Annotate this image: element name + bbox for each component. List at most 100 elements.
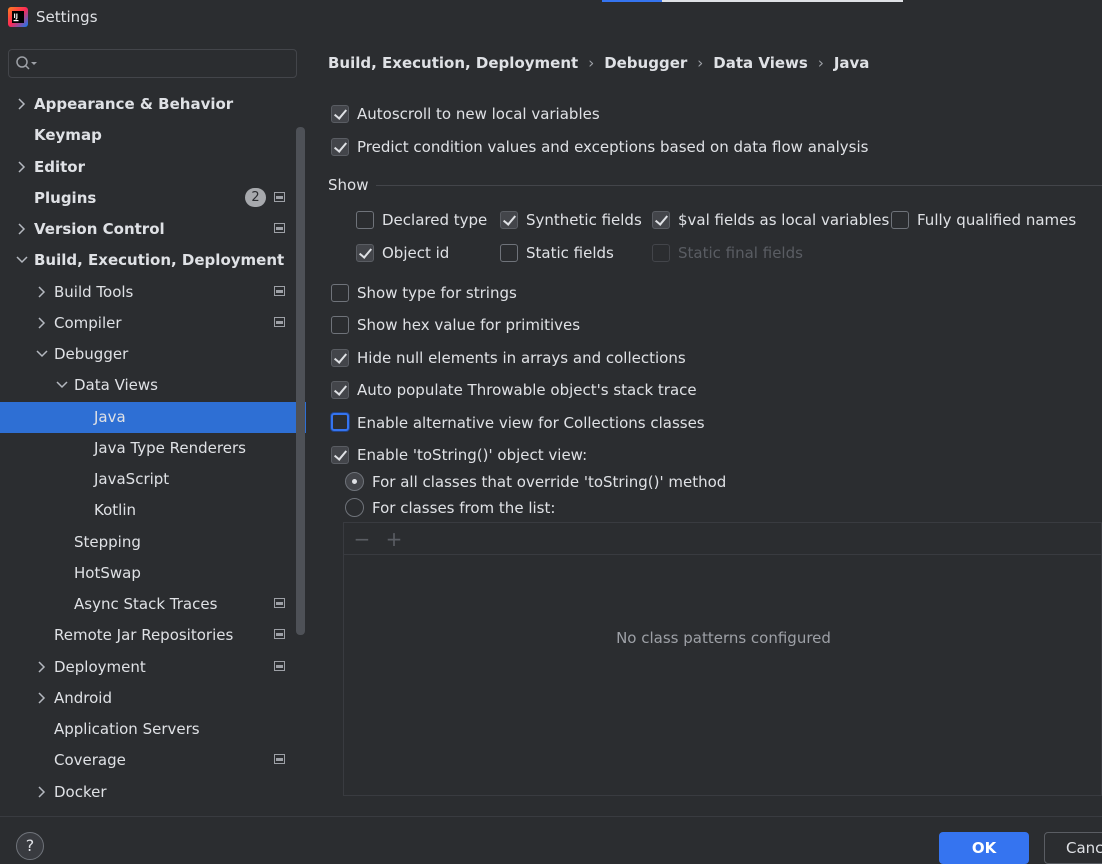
sidebar-item-label: Keymap [34,126,102,144]
autoscroll-checkbox[interactable] [331,105,349,123]
settings-content: Build, Execution, Deployment › Debugger › Da… [306,36,1102,816]
sidebar-item-label: Debugger [54,345,129,363]
empty-list-text: No class patterns configured [616,629,831,647]
class-list-toolbar: − + [344,523,1102,555]
predict-condition-label[interactable]: Predict condition values and exceptions … [357,138,868,156]
sidebar-item-label: Java Type Renderers [94,439,246,457]
svg-text:IJ: IJ [14,13,18,20]
show-type-strings-label[interactable]: Show type for strings [357,284,517,302]
sidebar-item-data-views[interactable]: Data Views [0,370,306,401]
chevron-right-icon[interactable] [35,691,49,705]
auto-populate-label[interactable]: Auto populate Throwable object's stack t… [357,381,697,399]
sidebar-item-java-type-renderers[interactable]: Java Type Renderers [0,433,306,464]
sidebar-item-version-control[interactable]: Version Control [0,214,306,245]
chevron-right-icon[interactable] [35,316,49,330]
object-id-checkbox[interactable] [356,244,374,262]
chevron-right-icon[interactable] [35,285,49,299]
breadcrumb-item: Data Views [713,54,808,72]
sidebar-item-remote-jar-repositories[interactable]: Remote Jar Repositories [0,620,306,651]
sidebar-item-hotswap[interactable]: HotSwap [0,558,306,589]
chevron-down-icon[interactable] [15,253,29,267]
sidebar-item-kotlin[interactable]: Kotlin [0,495,306,526]
show-hex-checkbox[interactable] [331,316,349,334]
ok-button[interactable]: OK [939,832,1029,864]
plus-icon[interactable]: + [384,529,404,549]
chevron-right-icon[interactable] [15,222,29,236]
sidebar-item-debugger[interactable]: Debugger [0,339,306,370]
sidebar-item-label: Data Views [74,376,158,394]
sidebar-item-stepping[interactable]: Stepping [0,527,306,558]
sidebar-item-plugins[interactable]: Plugins 2 [0,183,306,214]
intellij-idea-icon: IJ [8,7,28,27]
dialog-footer: ? OK Cancel [0,816,1102,864]
val-fields-label[interactable]: $val fields as local variables [678,211,889,229]
sidebar-item-appearance-behavior[interactable]: Appearance & Behavior [0,89,306,120]
sidebar-item-label: HotSwap [74,564,141,582]
classes-from-list-label[interactable]: For classes from the list: [372,499,555,517]
sidebar-item-deployment[interactable]: Deployment [0,652,306,683]
show-type-strings-checkbox[interactable] [331,284,349,302]
chevron-down-icon[interactable] [35,347,49,361]
tostring-view-checkbox[interactable] [331,446,349,464]
minus-icon[interactable]: − [352,529,372,549]
sidebar-item-label: Build, Execution, Deployment [34,251,285,269]
alternative-view-checkbox[interactable] [331,413,349,431]
static-fields-label[interactable]: Static fields [526,244,614,262]
chevron-right-icon[interactable] [35,660,49,674]
sidebar-item-compiler[interactable]: Compiler [0,308,306,339]
search-input[interactable] [8,49,297,78]
sidebar-scrollbar[interactable] [296,127,305,635]
predict-condition-checkbox[interactable] [331,138,349,156]
hide-null-label[interactable]: Hide null elements in arrays and collect… [357,349,686,367]
show-group-title: Show [328,176,369,194]
alternative-view-label[interactable]: Enable alternative view for Collections … [357,414,705,432]
show-hex-label[interactable]: Show hex value for primitives [357,316,580,334]
sidebar-item-async-stack-traces[interactable]: Async Stack Traces [0,589,306,620]
title-accent-bar [602,0,662,2]
classes-from-list-radio[interactable] [345,498,364,517]
sidebar-item-label: Compiler [54,314,122,332]
chevron-right-icon[interactable] [35,785,49,799]
tostring-view-label[interactable]: Enable 'toString()' object view: [357,446,587,464]
val-fields-checkbox[interactable] [652,211,670,229]
sidebar-item-build-tools[interactable]: Build Tools [0,277,306,308]
synthetic-fields-label[interactable]: Synthetic fields [526,211,642,229]
window-title: Settings [36,8,98,26]
sidebar-item-label: Kotlin [94,501,136,519]
fully-qualified-names-checkbox[interactable] [891,211,909,229]
sidebar-item-java[interactable]: Java [0,402,306,433]
chevron-right-icon[interactable] [15,160,29,174]
help-button[interactable]: ? [16,832,44,860]
project-level-icon [274,661,285,671]
static-final-fields-checkbox [652,244,670,262]
chevron-right-icon[interactable] [15,97,29,111]
static-fields-checkbox[interactable] [500,244,518,262]
hide-null-checkbox[interactable] [331,349,349,367]
project-level-icon [274,598,285,608]
sidebar-item-label: Android [54,689,112,707]
object-id-label[interactable]: Object id [382,244,449,262]
sidebar-item-docker[interactable]: Docker [0,777,306,808]
declared-type-checkbox[interactable] [356,211,374,229]
fully-qualified-names-label[interactable]: Fully qualified names [917,211,1076,229]
class-patterns-list[interactable]: − + No class patterns configured [343,522,1102,796]
synthetic-fields-checkbox[interactable] [500,211,518,229]
sidebar-item-label: Build Tools [54,283,134,301]
override-tostring-label[interactable]: For all classes that override 'toString(… [372,473,726,491]
autoscroll-label[interactable]: Autoscroll to new local variables [357,105,600,123]
breadcrumb-item: Debugger [604,54,688,72]
sidebar-item-application-servers[interactable]: Application Servers [0,714,306,745]
override-tostring-radio[interactable] [345,472,364,491]
sidebar-item-keymap[interactable]: Keymap [0,120,306,151]
chevron-down-icon[interactable] [55,378,69,392]
sidebar-item-editor[interactable]: Editor [0,152,306,183]
sidebar-item-label: JavaScript [94,470,170,488]
sidebar-item-label: Coverage [54,751,126,769]
sidebar-item-android[interactable]: Android [0,683,306,714]
auto-populate-checkbox[interactable] [331,381,349,399]
sidebar-item-build-execution-deployment[interactable]: Build, Execution, Deployment [0,245,306,276]
declared-type-label[interactable]: Declared type [382,211,487,229]
sidebar-item-javascript[interactable]: JavaScript [0,464,306,495]
sidebar-item-coverage[interactable]: Coverage [0,745,306,776]
cancel-button[interactable]: Cancel [1044,832,1102,864]
